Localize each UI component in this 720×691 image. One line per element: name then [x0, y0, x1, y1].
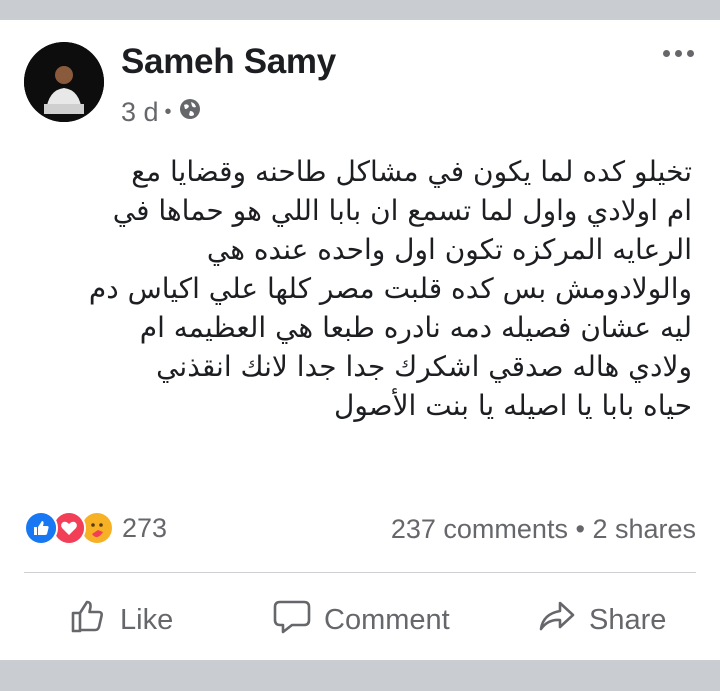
post-text-line: حياه بابا يا اصيله يا بنت الأصول: [333, 389, 692, 422]
post-card: Sameh Samy 3 d • تخيلو كده لما يكون في م…: [0, 20, 720, 660]
post-stats: 237 comments • 2 shares: [391, 514, 696, 545]
post-text-line: الرعايه المركزه تكون اول واحده عنده هي: [206, 233, 692, 266]
action-bar: Like Comment Share: [0, 586, 720, 650]
like-label: Like: [120, 603, 174, 636]
comment-label: Comment: [324, 603, 450, 636]
meta-separator: •: [164, 101, 172, 123]
post-text: تخيلو كده لما يكون في مشاكل طاحنه وقضايا…: [40, 152, 692, 425]
comment-button[interactable]: Comment: [272, 596, 450, 644]
like-reaction-icon: [24, 511, 58, 545]
share-button[interactable]: Share: [537, 596, 666, 644]
more-options-icon[interactable]: [663, 50, 694, 57]
post-text-line: ام اولادي واول لما تسمع ان بابا اللي هو …: [112, 194, 692, 227]
comment-icon: [272, 596, 324, 644]
post-meta: 3 d •: [121, 97, 202, 128]
post-text-line: ليه عشان فصيله دمه نادره طبعا هي العظيمه…: [139, 311, 692, 344]
divider: [24, 572, 696, 573]
thumbs-up-icon: [68, 596, 120, 644]
author-name[interactable]: Sameh Samy: [121, 42, 336, 82]
post-time[interactable]: 3 d: [121, 97, 159, 128]
like-button[interactable]: Like: [68, 596, 173, 644]
post-text-line: ولادي هاله صدقي اشكرك جدا جدا لانك انقذن…: [156, 350, 692, 383]
avatar-photo: [24, 42, 104, 122]
share-arrow-icon: [537, 596, 589, 644]
avatar[interactable]: [24, 42, 104, 122]
globe-icon: [178, 97, 202, 128]
reactions-summary[interactable]: 273: [24, 511, 167, 545]
stats-separator: •: [575, 514, 585, 544]
shares-count[interactable]: 2 shares: [592, 514, 696, 544]
post-text-line: والولادومش بس كده قلبت مصر كلها علي اكيا…: [88, 272, 692, 305]
post-text-line: تخيلو كده لما يكون في مشاكل طاحنه وقضايا…: [131, 155, 692, 188]
share-label: Share: [589, 603, 667, 636]
comments-count[interactable]: 237 comments: [391, 514, 568, 544]
reaction-count: 273: [122, 512, 168, 543]
